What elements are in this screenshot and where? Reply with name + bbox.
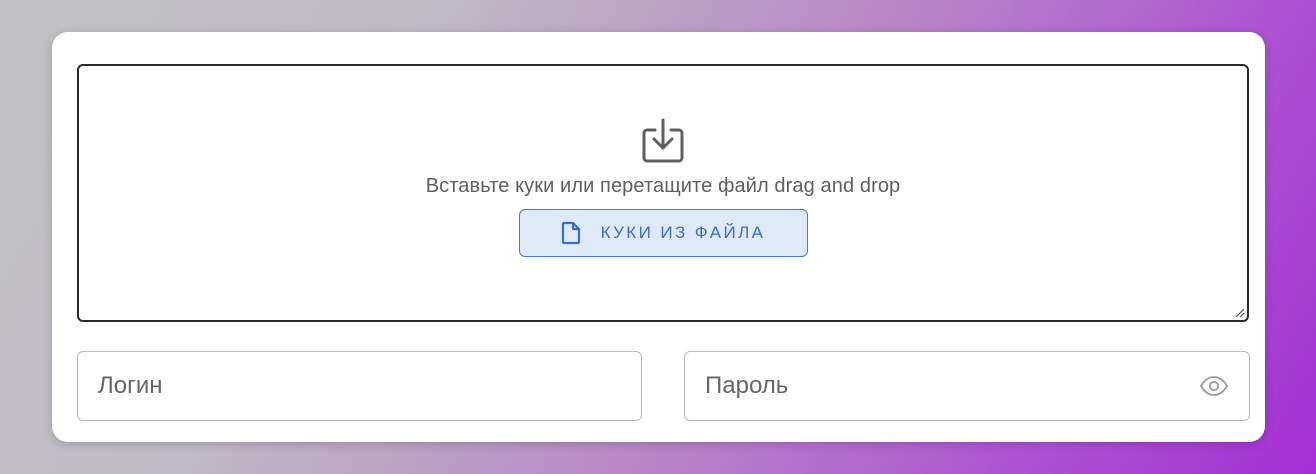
cookie-login-card: Вставьте куки или перетащите файл drag a… xyxy=(52,32,1265,442)
eye-icon[interactable] xyxy=(1199,375,1229,397)
login-field[interactable] xyxy=(77,351,642,421)
dropzone-hint: Вставьте куки или перетащите файл drag a… xyxy=(425,175,901,197)
cookies-from-file-button[interactable]: Куки из файла xyxy=(518,209,808,257)
password-input[interactable] xyxy=(705,372,1199,400)
resize-grip-icon[interactable] xyxy=(1233,306,1245,318)
password-field[interactable] xyxy=(684,351,1250,421)
cookie-dropzone[interactable]: Вставьте куки или перетащите файл drag a… xyxy=(77,64,1249,322)
download-tray-icon xyxy=(642,118,684,163)
login-input[interactable] xyxy=(98,372,621,400)
file-icon xyxy=(561,221,580,245)
cookies-from-file-label: Куки из файла xyxy=(600,223,766,242)
